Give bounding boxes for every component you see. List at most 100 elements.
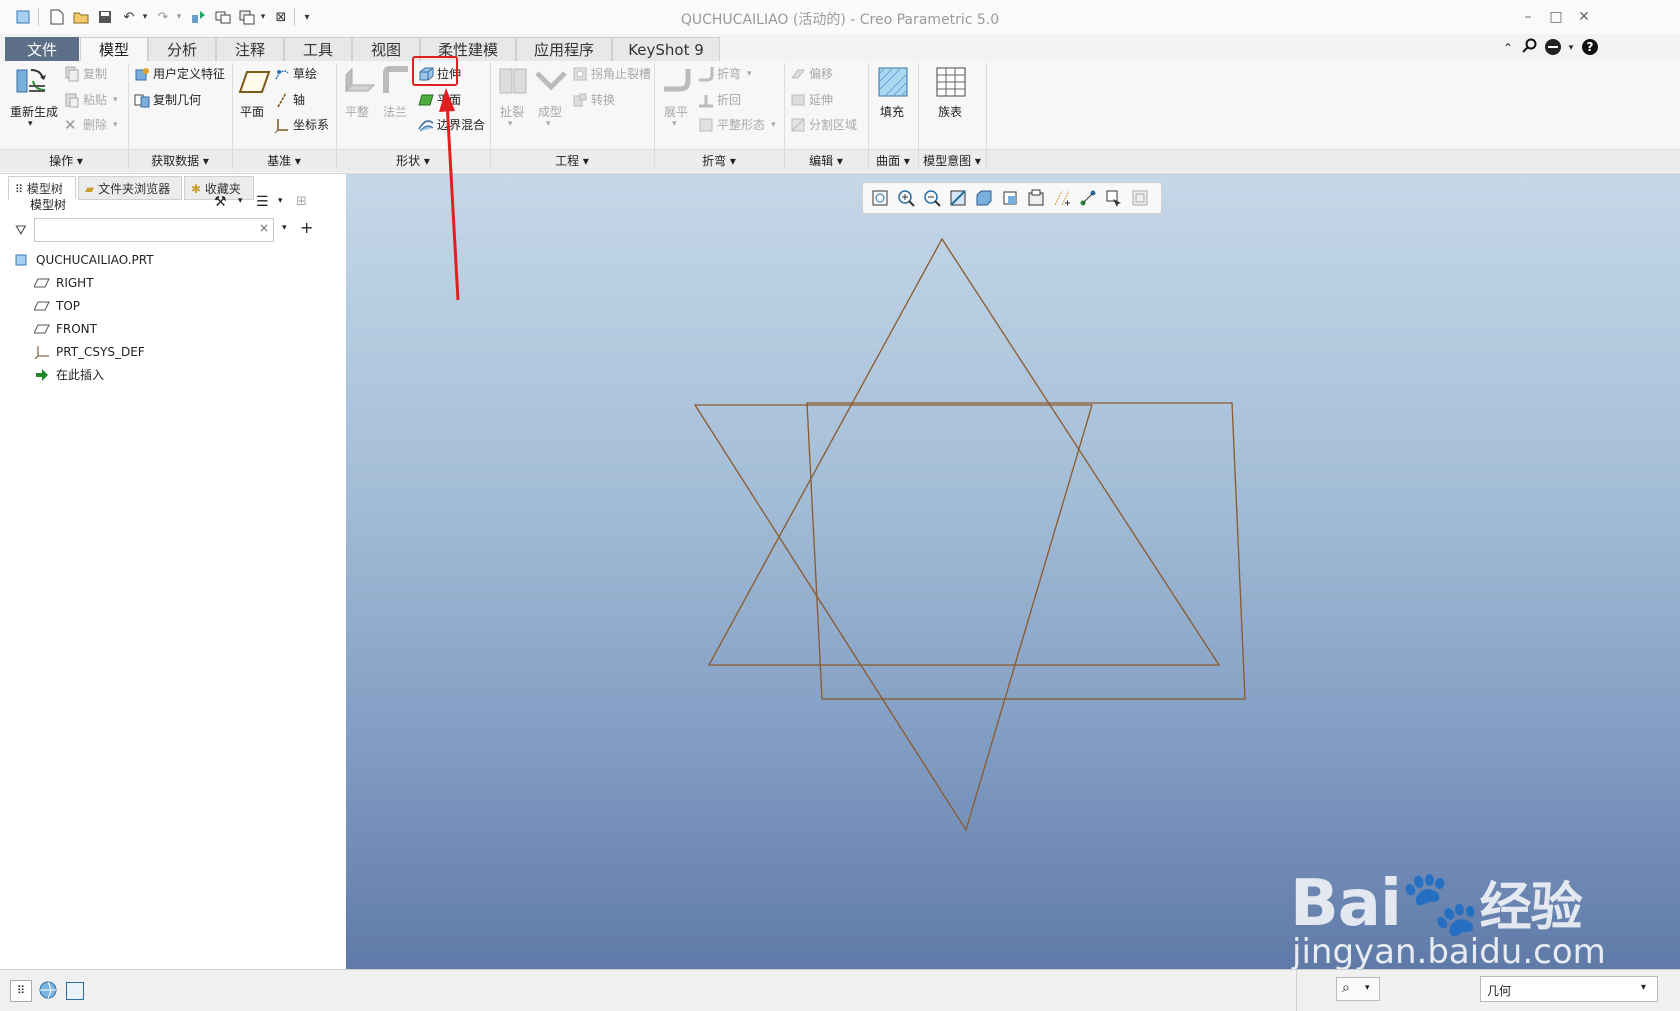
tree-item-top[interactable]: TOP <box>34 295 80 317</box>
add-filter-icon[interactable]: + <box>300 218 313 237</box>
tree-settings-dropdown-icon[interactable]: ▾ <box>238 196 243 206</box>
axis-button[interactable]: 轴 <box>274 91 305 108</box>
repaint-icon[interactable] <box>949 189 967 207</box>
tab-keyshot[interactable]: KeyShot 9 <box>612 37 720 61</box>
filter-icon[interactable]: ⛛ <box>15 223 27 239</box>
datum-plane-large-icon[interactable] <box>238 65 272 99</box>
form-button[interactable]: 成型 <box>538 103 562 120</box>
unbend-dropdown-icon[interactable]: ▾ <box>672 119 677 129</box>
regenerate-icon[interactable] <box>14 64 48 98</box>
group-label-engineering[interactable]: 工程 ▾ <box>490 151 654 171</box>
browser-icon[interactable] <box>38 980 58 1000</box>
community-dropdown-icon[interactable]: ▾ <box>1561 38 1581 58</box>
group-label-bends[interactable]: 折弯 ▾ <box>654 151 784 171</box>
zoom-in-icon[interactable] <box>897 189 915 207</box>
tree-item-csys[interactable]: PRT_CSYS_DEF <box>34 341 145 363</box>
group-label-operations[interactable]: 操作 ▾ <box>4 151 128 171</box>
bend-button[interactable]: 折弯 ▾ <box>698 65 752 82</box>
family-table-icon[interactable] <box>934 65 968 99</box>
tab-folder-browser[interactable]: ▰ 文件夹浏览器 <box>78 176 182 200</box>
tab-annotate[interactable]: 注释 <box>216 37 284 61</box>
extend-button[interactable]: 延伸 <box>790 91 833 108</box>
tree-show-icon[interactable]: ☰ <box>256 194 269 210</box>
form-dropdown-icon[interactable]: ▾ <box>546 119 551 129</box>
clear-search-icon[interactable]: × <box>259 221 269 235</box>
tab-applications[interactable]: 应用程序 <box>516 37 612 61</box>
udf-button[interactable]: 用户定义特征 <box>134 65 225 82</box>
regenerate-button[interactable]: 重新生成 <box>10 103 58 120</box>
paste-button[interactable]: 粘贴 ▾ <box>64 91 118 108</box>
annotation-display-icon[interactable] <box>1079 189 1097 207</box>
group-label-editing[interactable]: 编辑 ▾ <box>784 151 868 171</box>
plane-button[interactable]: 平面 <box>240 103 264 120</box>
search-icon[interactable] <box>1520 38 1540 58</box>
tree-item-part[interactable]: QUCHUCAILIAO.PRT <box>14 249 154 271</box>
rip-icon[interactable] <box>496 65 530 99</box>
group-label-get-data[interactable]: 获取数据 ▾ <box>128 151 232 171</box>
close-button[interactable]: ✕ <box>1570 6 1598 28</box>
copy-button[interactable]: 复制 <box>64 65 107 82</box>
group-label-model-intent[interactable]: 模型意图 ▾ <box>918 151 986 171</box>
fill-icon[interactable] <box>876 65 910 99</box>
spin-center-icon[interactable] <box>1105 189 1123 207</box>
form-icon[interactable] <box>534 65 568 99</box>
tree-item-front[interactable]: FRONT <box>34 318 97 340</box>
split-area-button[interactable]: 分割区域 <box>790 116 857 133</box>
help-icon[interactable]: ? <box>1580 38 1600 58</box>
copy-geometry-button[interactable]: 复制几何 <box>134 91 201 108</box>
minimize-button[interactable]: – <box>1514 6 1542 28</box>
toggle-navigator-icon[interactable]: ⠿ <box>10 980 32 1002</box>
saved-orientations-icon[interactable] <box>1001 189 1019 207</box>
fill-button[interactable]: 填充 <box>880 103 904 120</box>
flange-icon[interactable] <box>380 65 414 99</box>
group-label-shapes[interactable]: 形状 ▾ <box>336 151 490 171</box>
folder-icon: ▰ <box>85 182 95 196</box>
tab-model[interactable]: 模型 <box>80 37 148 62</box>
flat-pattern-button[interactable]: 平整形态 ▾ <box>698 116 776 133</box>
tab-analysis[interactable]: 分析 <box>148 37 216 61</box>
unbend-icon[interactable] <box>660 65 694 99</box>
corner-relief-button[interactable]: 拐角止裂槽 <box>572 65 651 82</box>
offset-button[interactable]: 偏移 <box>790 65 833 82</box>
find-button[interactable]: ⌕ ▾ <box>1336 977 1380 1001</box>
boundary-blend-button[interactable]: 边界混合 <box>418 116 485 133</box>
family-table-button[interactable]: 族表 <box>938 103 962 120</box>
flat-wall-icon[interactable] <box>342 65 376 99</box>
tree-columns-icon[interactable]: ⊞ <box>296 194 307 209</box>
tree-item-insert-here[interactable]: 在此插入 <box>34 364 104 386</box>
flange-button[interactable]: 法兰 <box>383 103 407 120</box>
selection-filter-select[interactable]: 几何 ▾ <box>1480 976 1658 1002</box>
bend-back-button[interactable]: 折回 <box>698 91 741 108</box>
tree-item-right[interactable]: RIGHT <box>34 272 94 294</box>
model-tree-search-input[interactable]: × <box>34 218 274 242</box>
tab-file[interactable]: 文件 <box>5 37 79 61</box>
regenerate-dropdown-icon[interactable]: ▾ <box>28 119 33 129</box>
unbend-button[interactable]: 展平 <box>664 103 688 120</box>
tab-view[interactable]: 视图 <box>352 37 420 61</box>
rip-button[interactable]: 扯裂 <box>500 103 524 120</box>
minimize-ribbon-icon[interactable]: ⌃ <box>1498 38 1518 58</box>
csys-button[interactable]: 坐标系 <box>274 116 329 133</box>
refit-icon[interactable] <box>871 189 889 207</box>
tab-tools[interactable]: 工具 <box>284 37 352 61</box>
graphics-viewport[interactable] <box>346 174 1680 969</box>
delete-button[interactable]: ✕ 删除 ▾ <box>64 116 118 133</box>
tree-show-dropdown-icon[interactable]: ▾ <box>278 196 283 206</box>
group-label-datum[interactable]: 基准 ▾ <box>232 151 336 171</box>
tree-settings-icon[interactable]: ⚒ <box>214 194 227 210</box>
zoom-out-icon[interactable] <box>923 189 941 207</box>
flat-button[interactable]: 平整 <box>345 103 369 120</box>
view-manager-icon[interactable] <box>1027 189 1045 207</box>
datum-display-filters-icon[interactable] <box>1053 189 1071 207</box>
planar-button[interactable]: 平面 <box>418 91 461 108</box>
rip-dropdown-icon[interactable]: ▾ <box>508 119 513 129</box>
full-screen-icon[interactable] <box>66 982 84 1000</box>
group-label-surfaces[interactable]: 曲面 ▾ <box>868 151 918 171</box>
maximize-button[interactable]: □ <box>1542 6 1570 28</box>
search-dropdown-icon[interactable]: ▾ <box>282 223 287 233</box>
sketch-button[interactable]: 草绘 <box>274 65 317 82</box>
perspective-icon[interactable] <box>1131 189 1149 207</box>
display-style-icon[interactable] <box>975 189 993 207</box>
community-icon[interactable] <box>1543 38 1563 58</box>
convert-button[interactable]: 转换 <box>572 91 615 108</box>
